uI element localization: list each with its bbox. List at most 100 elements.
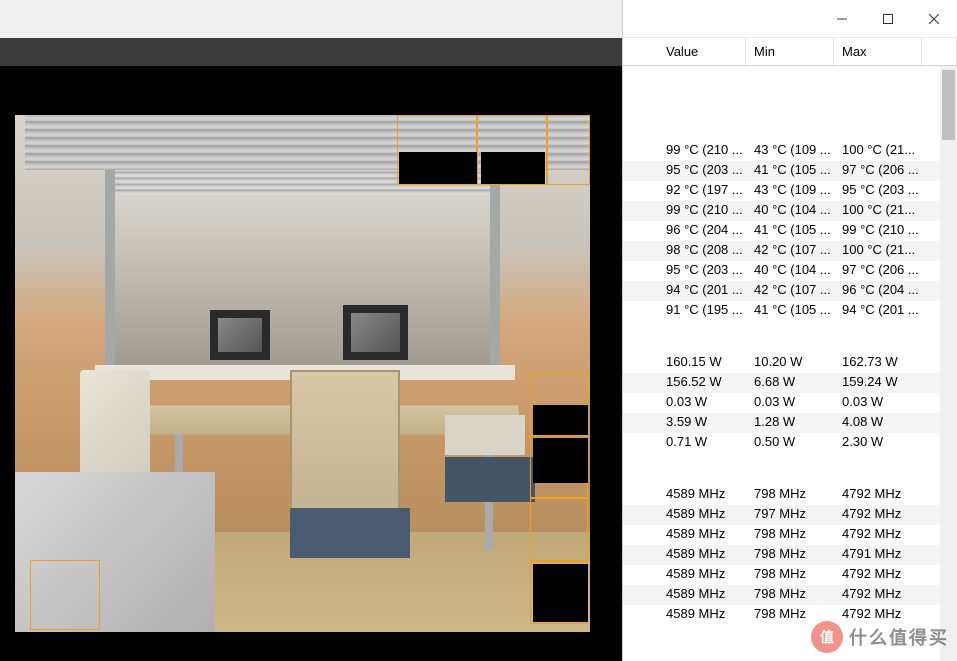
cell-max: 97 °C (206 ... [834, 161, 922, 181]
watermark-badge-icon: 值 [811, 621, 843, 653]
cell-max: 159.24 W [834, 373, 922, 393]
cell-max: 4792 MHz [834, 525, 922, 545]
selection-marker[interactable] [530, 498, 588, 561]
cell-min: 0.03 W [746, 393, 834, 413]
close-button[interactable] [911, 4, 957, 34]
cell-max: 0.03 W [834, 393, 922, 413]
selection-marker[interactable] [30, 560, 100, 630]
cell-value: 4589 MHz [658, 565, 746, 585]
cell-min: 43 °C (109 ... [746, 141, 834, 161]
table-row[interactable]: 3.59 W1.28 W4.08 W [623, 413, 957, 433]
cell-value: 95 °C (203 ... [658, 261, 746, 281]
cell-value: 0.03 W [658, 393, 746, 413]
viewer-toolbar [0, 38, 622, 66]
cell-value: 3.59 W [658, 413, 746, 433]
cell-max: 100 °C (21... [834, 241, 922, 261]
mask-patch [481, 152, 545, 184]
cell-value: 160.15 W [658, 353, 746, 373]
sensor-table: Value Min Max 99 °C (210 ...43 °C (109 .… [623, 38, 957, 661]
mask-patch [533, 564, 588, 622]
selection-marker[interactable] [547, 115, 590, 185]
cell-min: 798 MHz [746, 545, 834, 565]
cell-max: 100 °C (21... [834, 201, 922, 221]
maximize-button[interactable] [865, 4, 911, 34]
table-row[interactable]: 95 °C (203 ...41 °C (105 ...97 °C (206 .… [623, 161, 957, 181]
table-header: Value Min Max [623, 38, 957, 66]
table-row[interactable]: 4589 MHz798 MHz4792 MHz [623, 525, 957, 545]
cell-min: 798 MHz [746, 585, 834, 605]
table-row[interactable]: 94 °C (201 ...42 °C (107 ...96 °C (204 .… [623, 281, 957, 301]
cell-value: 4589 MHz [658, 485, 746, 505]
cell-max: 95 °C (203 ... [834, 181, 922, 201]
cell-min: 798 MHz [746, 525, 834, 545]
cell-value: 0.71 W [658, 433, 746, 453]
cell-min: 6.68 W [746, 373, 834, 393]
cell-min: 43 °C (109 ... [746, 181, 834, 201]
cell-min: 42 °C (107 ... [746, 281, 834, 301]
table-row[interactable]: 4589 MHz798 MHz4792 MHz [623, 585, 957, 605]
cell-min: 41 °C (105 ... [746, 161, 834, 181]
cell-max: 100 °C (21... [834, 141, 922, 161]
minimize-button[interactable] [819, 4, 865, 34]
column-header-max[interactable]: Max [834, 38, 922, 65]
cell-min: 40 °C (104 ... [746, 261, 834, 281]
table-row[interactable]: 4589 MHz798 MHz4792 MHz [623, 565, 957, 585]
table-row[interactable]: 96 °C (204 ...41 °C (105 ...99 °C (210 .… [623, 221, 957, 241]
cell-max: 94 °C (201 ... [834, 301, 922, 321]
cell-value: 4589 MHz [658, 505, 746, 525]
cell-min: 0.50 W [746, 433, 834, 453]
cell-value: 94 °C (201 ... [658, 281, 746, 301]
image-viewer-panel [0, 0, 622, 661]
column-header-min[interactable]: Min [746, 38, 834, 65]
table-row[interactable]: 4589 MHz798 MHz4791 MHz [623, 545, 957, 565]
window-titlebar [623, 0, 957, 38]
cell-value: 4589 MHz [658, 605, 746, 625]
cell-max: 4.08 W [834, 413, 922, 433]
cell-value: 99 °C (210 ... [658, 201, 746, 221]
cell-max: 4792 MHz [834, 565, 922, 585]
viewer-titlebar [0, 0, 622, 38]
cell-max: 97 °C (206 ... [834, 261, 922, 281]
cell-min: 798 MHz [746, 565, 834, 585]
table-row[interactable]: 99 °C (210 ...43 °C (109 ...100 °C (21..… [623, 141, 957, 161]
cell-value: 96 °C (204 ... [658, 221, 746, 241]
cell-min: 798 MHz [746, 485, 834, 505]
table-row[interactable]: 4589 MHz798 MHz4792 MHz [623, 485, 957, 505]
scrollbar[interactable] [940, 66, 957, 661]
scrollbar-thumb[interactable] [942, 70, 955, 140]
cell-min: 41 °C (105 ... [746, 301, 834, 321]
cell-value: 91 °C (195 ... [658, 301, 746, 321]
cell-value: 95 °C (203 ... [658, 161, 746, 181]
table-row[interactable]: 0.71 W0.50 W2.30 W [623, 433, 957, 453]
table-row[interactable]: 0.03 W0.03 W0.03 W [623, 393, 957, 413]
table-row[interactable]: 160.15 W10.20 W162.73 W [623, 353, 957, 373]
cell-max: 4792 MHz [834, 505, 922, 525]
cell-value: 98 °C (208 ... [658, 241, 746, 261]
table-row[interactable]: 95 °C (203 ...40 °C (104 ...97 °C (206 .… [623, 261, 957, 281]
cell-value: 99 °C (210 ... [658, 141, 746, 161]
cell-min: 797 MHz [746, 505, 834, 525]
cell-max: 2.30 W [834, 433, 922, 453]
table-row[interactable]: 91 °C (195 ...41 °C (105 ...94 °C (201 .… [623, 301, 957, 321]
cell-min: 42 °C (107 ... [746, 241, 834, 261]
group-separator [623, 321, 957, 353]
watermark: 值 什么值得买 [811, 621, 949, 653]
monitor-panel: Value Min Max 99 °C (210 ...43 °C (109 .… [622, 0, 957, 661]
mask-patch [399, 152, 477, 184]
cell-min: 41 °C (105 ... [746, 221, 834, 241]
table-row[interactable]: 99 °C (210 ...40 °C (104 ...100 °C (21..… [623, 201, 957, 221]
table-row[interactable]: 4589 MHz797 MHz4792 MHz [623, 505, 957, 525]
table-row[interactable]: 98 °C (208 ...42 °C (107 ...100 °C (21..… [623, 241, 957, 261]
cell-min: 10.20 W [746, 353, 834, 373]
table-row[interactable]: 92 °C (197 ...43 °C (109 ...95 °C (203 .… [623, 181, 957, 201]
cell-max: 162.73 W [834, 353, 922, 373]
column-header-value[interactable]: Value [658, 38, 746, 65]
cell-value: 4589 MHz [658, 545, 746, 565]
cell-min: 40 °C (104 ... [746, 201, 834, 221]
table-row[interactable]: 156.52 W6.68 W159.24 W [623, 373, 957, 393]
cell-value: 4589 MHz [658, 525, 746, 545]
mask-patch [533, 438, 588, 483]
cell-value: 4589 MHz [658, 585, 746, 605]
cell-max: 99 °C (210 ... [834, 221, 922, 241]
cell-max: 96 °C (204 ... [834, 281, 922, 301]
